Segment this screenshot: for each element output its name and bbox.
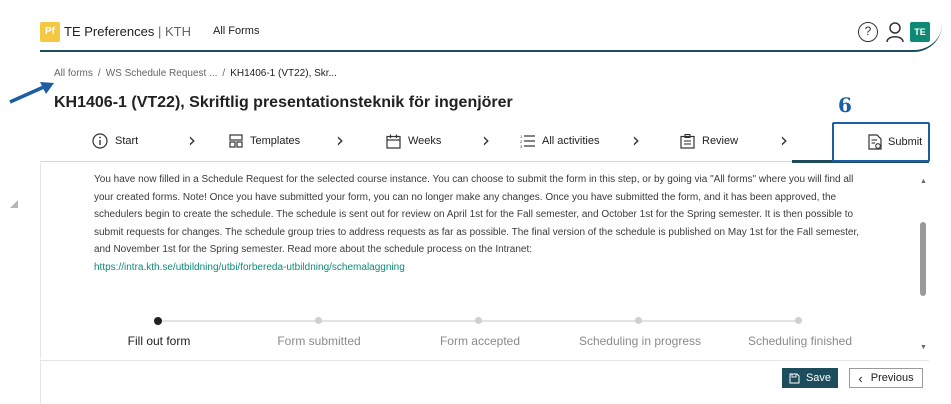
chevron-right-icon: › bbox=[482, 128, 490, 152]
scroll-up-icon[interactable]: ▲ bbox=[920, 178, 927, 185]
user-icon[interactable] bbox=[885, 21, 905, 43]
submit-icon bbox=[868, 134, 882, 150]
step-start[interactable]: Start bbox=[92, 130, 138, 152]
progress-dot-active bbox=[154, 317, 162, 325]
breadcrumb-item-request[interactable]: WS Schedule Request ... bbox=[106, 68, 218, 79]
annotation-arrow-icon bbox=[9, 82, 54, 104]
app-title[interactable]: TE Preferences | KTH bbox=[64, 24, 191, 39]
progress-dot bbox=[475, 317, 482, 324]
resize-handle-icon bbox=[10, 200, 18, 208]
chevron-right-icon: › bbox=[632, 128, 640, 152]
progress-label: Scheduling in progress bbox=[578, 334, 702, 348]
step-submit[interactable]: Submit bbox=[832, 122, 930, 162]
breadcrumb-separator: / bbox=[97, 68, 101, 79]
page-title: KH1406-1 (VT22), Skriftlig presentations… bbox=[54, 94, 513, 111]
app-name: TE Preferences bbox=[64, 24, 155, 39]
intranet-link[interactable]: https://intra.kth.se/utbildning/utbi/for… bbox=[94, 259, 864, 277]
help-icon[interactable]: ? bbox=[858, 22, 878, 42]
step-label: Review bbox=[702, 135, 739, 147]
avatar[interactable]: TE bbox=[910, 22, 930, 42]
nav-all-forms-link[interactable]: All Forms bbox=[213, 25, 259, 37]
breadcrumb-item-all-forms[interactable]: All forms bbox=[54, 68, 93, 79]
svg-text:3: 3 bbox=[520, 144, 523, 148]
wizard-steps: Start › Templates › Weeks › 123 All acti… bbox=[40, 122, 930, 163]
app-org-separator: | bbox=[157, 24, 165, 39]
progress-dot bbox=[315, 317, 322, 324]
chevron-right-icon: › bbox=[188, 128, 196, 152]
progress-dot bbox=[635, 317, 642, 324]
step-label: Templates bbox=[250, 135, 301, 147]
chevron-right-icon: › bbox=[336, 128, 344, 152]
progress-label: Form submitted bbox=[277, 334, 361, 348]
step-label: Submit bbox=[888, 136, 923, 148]
scrollbar-thumb[interactable] bbox=[920, 222, 926, 296]
save-icon bbox=[789, 373, 800, 383]
step-all-activities[interactable]: 123 All activities bbox=[520, 130, 599, 152]
breadcrumb: All forms / WS Schedule Request ... / KH1406… bbox=[54, 68, 337, 79]
previous-label: Previous bbox=[870, 372, 914, 384]
footer-bar: Save ‹ Previous bbox=[40, 360, 929, 404]
step-review[interactable]: Review bbox=[680, 130, 738, 152]
step-label: Weeks bbox=[408, 135, 442, 147]
calendar-icon bbox=[386, 134, 401, 149]
scroll-down-icon[interactable]: ▼ bbox=[920, 344, 927, 351]
list-icon: 123 bbox=[520, 134, 535, 148]
step-weeks[interactable]: Weeks bbox=[386, 130, 441, 152]
info-icon bbox=[92, 133, 108, 149]
review-icon bbox=[680, 133, 695, 149]
submit-description: You have now filled in a Schedule Reques… bbox=[94, 171, 864, 276]
save-button[interactable]: Save bbox=[782, 368, 838, 388]
description-text: You have now filled in a Schedule Reques… bbox=[94, 174, 860, 255]
progress-label: Scheduling finished bbox=[747, 334, 853, 348]
previous-button[interactable]: ‹ Previous bbox=[849, 368, 923, 388]
step-templates[interactable]: Templates bbox=[229, 130, 300, 152]
breadcrumb-item-current: KH1406-1 (VT22), Skr... bbox=[230, 68, 337, 79]
app-org: KTH bbox=[164, 24, 191, 39]
templates-icon bbox=[229, 134, 243, 148]
breadcrumb-separator: / bbox=[222, 68, 226, 79]
top-bar: Pf TE Preferences | KTH All Forms ? TE bbox=[40, 0, 942, 52]
chevron-right-icon: › bbox=[780, 128, 788, 152]
progress-label-active: Fill out form bbox=[127, 334, 191, 348]
annotation-number: 6 bbox=[838, 93, 852, 117]
step-submit-inner: Submit bbox=[868, 134, 922, 150]
step-label: Start bbox=[115, 135, 139, 147]
chevron-left-icon: ‹ bbox=[858, 370, 863, 386]
status-progress: Fill out form Form submitted Form accept… bbox=[40, 312, 920, 360]
step-label: All activities bbox=[542, 135, 600, 147]
save-label: Save bbox=[805, 372, 832, 384]
app-logo: Pf bbox=[40, 22, 60, 42]
progress-dot bbox=[795, 317, 802, 324]
progress-label: Form accepted bbox=[439, 334, 521, 348]
